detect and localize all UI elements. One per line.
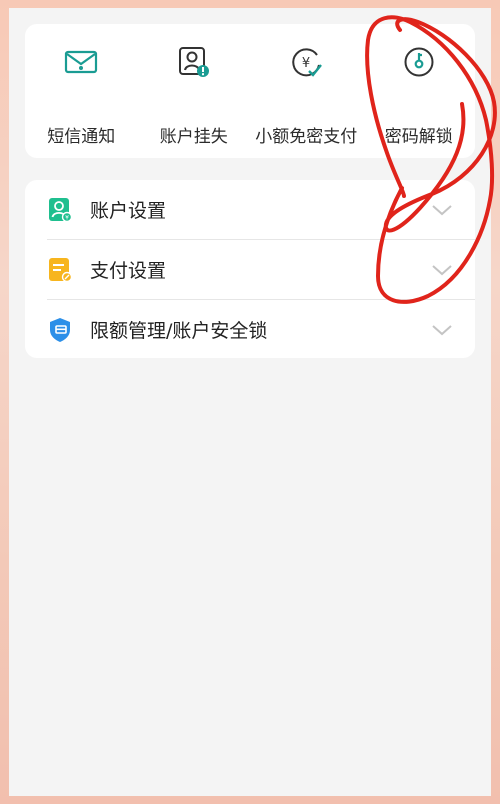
app-screen: 短信通知 账户挂失 ¥ 小额免密支付 密码解锁 ¥ 账户设置 支付设置 限额管理… [9, 8, 491, 796]
quick-action-label: 短信通知 [47, 127, 116, 147]
quick-actions-card: 短信通知 账户挂失 ¥ 小额免密支付 密码解锁 [25, 24, 475, 158]
chevron-down-icon[interactable] [431, 263, 453, 277]
quick-action-sms-notification[interactable]: 短信通知 [26, 24, 136, 158]
settings-item-label: 账户设置 [90, 200, 167, 222]
settings-item-limit-security[interactable]: 限额管理/账户安全锁 [25, 300, 475, 358]
settings-item-payment[interactable]: 支付设置 [25, 240, 475, 299]
chevron-down-icon[interactable] [431, 323, 453, 337]
svg-text:¥: ¥ [302, 56, 310, 71]
chevron-down-icon[interactable] [431, 203, 453, 217]
quick-action-label: 账户挂失 [159, 127, 228, 147]
password-unlock-icon [402, 45, 436, 79]
limit-security-lock-icon [47, 316, 73, 344]
account-loss-icon [177, 45, 211, 79]
quick-action-small-payment[interactable]: ¥ 小额免密支付 [251, 24, 361, 158]
quick-action-account-loss[interactable]: 账户挂失 [139, 24, 249, 158]
account-settings-icon: ¥ [47, 196, 73, 224]
settings-item-account[interactable]: ¥ 账户设置 [25, 180, 475, 239]
payment-settings-icon [47, 256, 73, 284]
svg-text:¥: ¥ [65, 214, 69, 221]
quick-action-label: 小额免密支付 [255, 127, 358, 147]
settings-card: ¥ 账户设置 支付设置 限额管理/账户安全锁 [25, 180, 475, 358]
quick-action-password-unlock[interactable]: 密码解锁 [364, 24, 474, 158]
settings-item-label: 限额管理/账户安全锁 [90, 320, 268, 342]
sms-notification-icon [64, 45, 98, 79]
small-payment-icon: ¥ [289, 45, 323, 79]
quick-action-label: 密码解锁 [384, 127, 453, 147]
settings-item-label: 支付设置 [90, 260, 167, 282]
